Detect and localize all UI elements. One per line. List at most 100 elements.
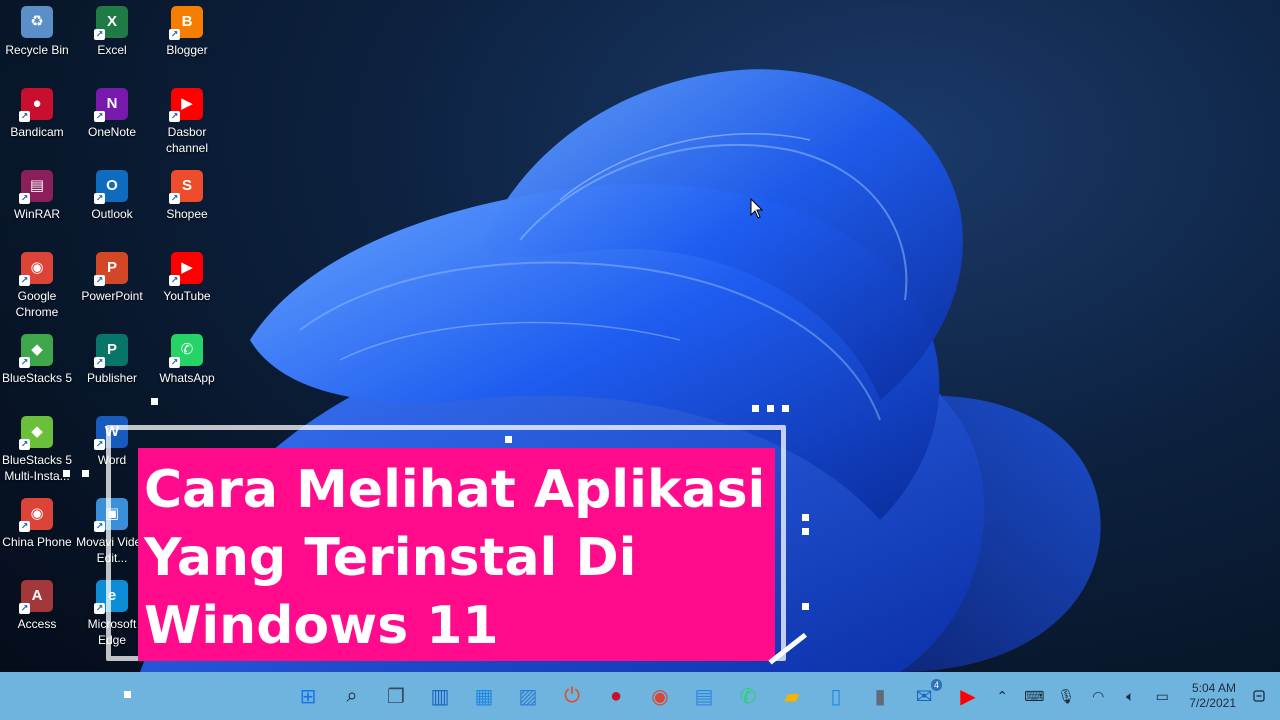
decor-dot [767, 405, 774, 412]
desktop-icon-whatsapp[interactable]: ✆ ↗ WhatsApp [150, 334, 224, 386]
decor-dot [782, 405, 789, 412]
recycle-bin-icon: ♻ [21, 6, 53, 38]
shortcut-arrow-icon: ↗ [94, 29, 105, 40]
taskbar-bandicam-button[interactable]: ● [598, 678, 634, 714]
taskbar-file-explorer-button[interactable]: ▰ [774, 678, 810, 714]
desktop-icon-bandicam[interactable]: ● ↗ Bandicam [0, 88, 74, 140]
mouse-cursor-icon [750, 198, 764, 219]
desktop-icon-blogger[interactable]: B ↗ Blogger [150, 6, 224, 58]
notification-icon[interactable] [1252, 689, 1266, 703]
shortcut-arrow-icon: ↗ [169, 29, 180, 40]
desktop-icon-label: WhatsApp [159, 371, 215, 385]
shortcut-arrow-icon: ↗ [169, 275, 180, 286]
banner-line-1: Cara Melihat Aplikasi [144, 460, 766, 520]
desktop-icon-youtube[interactable]: ▶ ↗ YouTube [150, 252, 224, 304]
decor-dot [505, 436, 512, 443]
desktop-icon-label: Dasbor channel [165, 125, 209, 155]
desktop-icon-access[interactable]: A ↗ Access [0, 580, 74, 632]
desktop-icon-label: Excel [97, 43, 127, 57]
microphone-icon[interactable]: 🎙︎ [1055, 688, 1077, 705]
taskbar: ⊞ ⌕ ❐ ▥ ▦ ▨ ⏻ ● ◉ ▤ ✆ ▰ ▯ ▮ ✉ 4 ▶ ⌃ ⌨ 🎙︎ ◠ 🔈︎ ▭ 5:04 AM … [0, 672, 1280, 720]
blogger-icon: B ↗ [169, 6, 203, 40]
desktop-icon-label: YouTube [163, 289, 211, 303]
access-icon: A ↗ [19, 580, 53, 614]
desktop-icon-recycle-bin[interactable]: ♻ Recycle Bin [0, 6, 74, 58]
shortcut-arrow-icon: ↗ [94, 275, 105, 286]
taskbar-task-view-button[interactable]: ❐ [378, 678, 414, 714]
taskbar-phone-link-button[interactable]: ▯ [818, 678, 854, 714]
wifi-icon[interactable]: ◠ [1087, 688, 1109, 705]
battery-icon[interactable]: ▭ [1151, 688, 1173, 705]
shortcut-arrow-icon: ↗ [94, 193, 105, 204]
desktop-icon-shopee[interactable]: S ↗ Shopee [150, 170, 224, 222]
shortcut-arrow-icon: ↗ [19, 521, 30, 532]
taskbar-photos-button[interactable]: ▨ [510, 678, 546, 714]
taskbar-search-button[interactable]: ⌕ [334, 678, 370, 714]
desktop-icon-chrome[interactable]: ◉ ↗ Google Chrome [0, 252, 74, 320]
volume-icon[interactable]: 🔈︎ [1119, 688, 1141, 705]
desktop-icon-excel[interactable]: X ↗ Excel [75, 6, 149, 58]
keyboard-icon[interactable]: ⌨ [1023, 688, 1045, 705]
clock[interactable]: 5:04 AM 7/2/2021 [1189, 681, 1236, 711]
shortcut-arrow-icon: ↗ [169, 193, 180, 204]
system-tray: ⌃ ⌨ 🎙︎ ◠ 🔈︎ ▭ 5:04 AM 7/2/2021 [991, 672, 1236, 720]
screen-recorder-icon: ⏻ [564, 684, 580, 707]
youtube-icon: ▶ ↗ [169, 252, 203, 286]
taskbar-mail-button[interactable]: ✉ 4 [906, 678, 942, 714]
desktop-icon-label: China Phone [2, 535, 72, 549]
taskbar-usb-button[interactable]: ▮ [862, 678, 898, 714]
shortcut-arrow-icon: ↗ [94, 439, 105, 450]
taskbar-notepad-button[interactable]: ▤ [686, 678, 722, 714]
chrome-icon: ◉ ↗ [19, 252, 53, 286]
desktop-icon-label: PowerPoint [81, 289, 143, 303]
powerpoint-icon: P ↗ [94, 252, 128, 286]
chevron-up-icon[interactable]: ⌃ [991, 688, 1013, 705]
publisher-icon: P ↗ [94, 334, 128, 368]
start-icon: ⊞ [299, 685, 317, 708]
desktop-icon-label: Blogger [166, 43, 208, 57]
desktop-icon-bluestacks[interactable]: ◆ ↗ BlueStacks 5 [0, 334, 74, 386]
file-explorer-icon: ▰ [784, 685, 800, 708]
desktop-icon-youtube-studio[interactable]: ▶ ↗ Dasbor channel [150, 88, 224, 156]
shortcut-arrow-icon: ↗ [94, 111, 105, 122]
desktop-icon-label: Bandicam [10, 125, 64, 139]
winrar-icon: ▤ ↗ [19, 170, 53, 204]
search-icon: ⌕ [346, 684, 358, 707]
decor-dot [802, 514, 809, 521]
desktop-icon-label: OneNote [87, 125, 137, 139]
taskbar-microsoft-store-button[interactable]: ▦ [466, 678, 502, 714]
excel-icon: X ↗ [94, 6, 128, 40]
shortcut-arrow-icon: ↗ [169, 357, 180, 368]
taskbar-youtube-button[interactable]: ▶ [950, 678, 986, 714]
taskbar-chrome-button[interactable]: ◉ [642, 678, 678, 714]
whatsapp-icon: ✆ [739, 685, 757, 708]
decor-dot [151, 398, 158, 405]
desktop-icon-powerpoint[interactable]: P ↗ PowerPoint [75, 252, 149, 304]
desktop-icon-label: Outlook [91, 207, 133, 221]
desktop-icon-outlook[interactable]: O ↗ Outlook [75, 170, 149, 222]
bluestacks-icon: ◆ ↗ [19, 334, 53, 368]
decor-dot [63, 470, 70, 477]
desktop-icon-onenote[interactable]: N ↗ OneNote [75, 88, 149, 140]
desktop-icon-china-phone-chrome[interactable]: ◉ ↗ China Phone [0, 498, 74, 550]
taskbar-start-button[interactable]: ⊞ [290, 678, 326, 714]
desktop-icon-label: Recycle Bin [5, 43, 69, 57]
desktop-icon-publisher[interactable]: P ↗ Publisher [75, 334, 149, 386]
title-banner: Cara Melihat Aplikasi Yang Terinstal Di … [138, 448, 775, 661]
task-view-icon: ❐ [387, 685, 405, 708]
shortcut-arrow-icon: ↗ [94, 603, 105, 614]
youtube-icon: ▶ [960, 685, 976, 708]
whatsapp-icon: ✆ ↗ [169, 334, 203, 368]
desktop-icon-winrar[interactable]: ▤ ↗ WinRAR [0, 170, 74, 222]
desktop-icon-label: BlueStacks 5 Multi-Insta... [1, 453, 73, 483]
bluestacks-multi-icon: ◆ ↗ [19, 416, 53, 450]
shortcut-arrow-icon: ↗ [169, 111, 180, 122]
desktop-icon-label: Shopee [166, 207, 208, 221]
taskbar-screen-recorder-button[interactable]: ⏻ [554, 678, 590, 714]
shortcut-arrow-icon: ↗ [19, 439, 30, 450]
shortcut-arrow-icon: ↗ [19, 275, 30, 286]
shopee-icon: S ↗ [169, 170, 203, 204]
taskbar-widgets-button[interactable]: ▥ [422, 678, 458, 714]
desktop-icon-label: BlueStacks 5 [1, 371, 73, 385]
taskbar-whatsapp-button[interactable]: ✆ [730, 678, 766, 714]
